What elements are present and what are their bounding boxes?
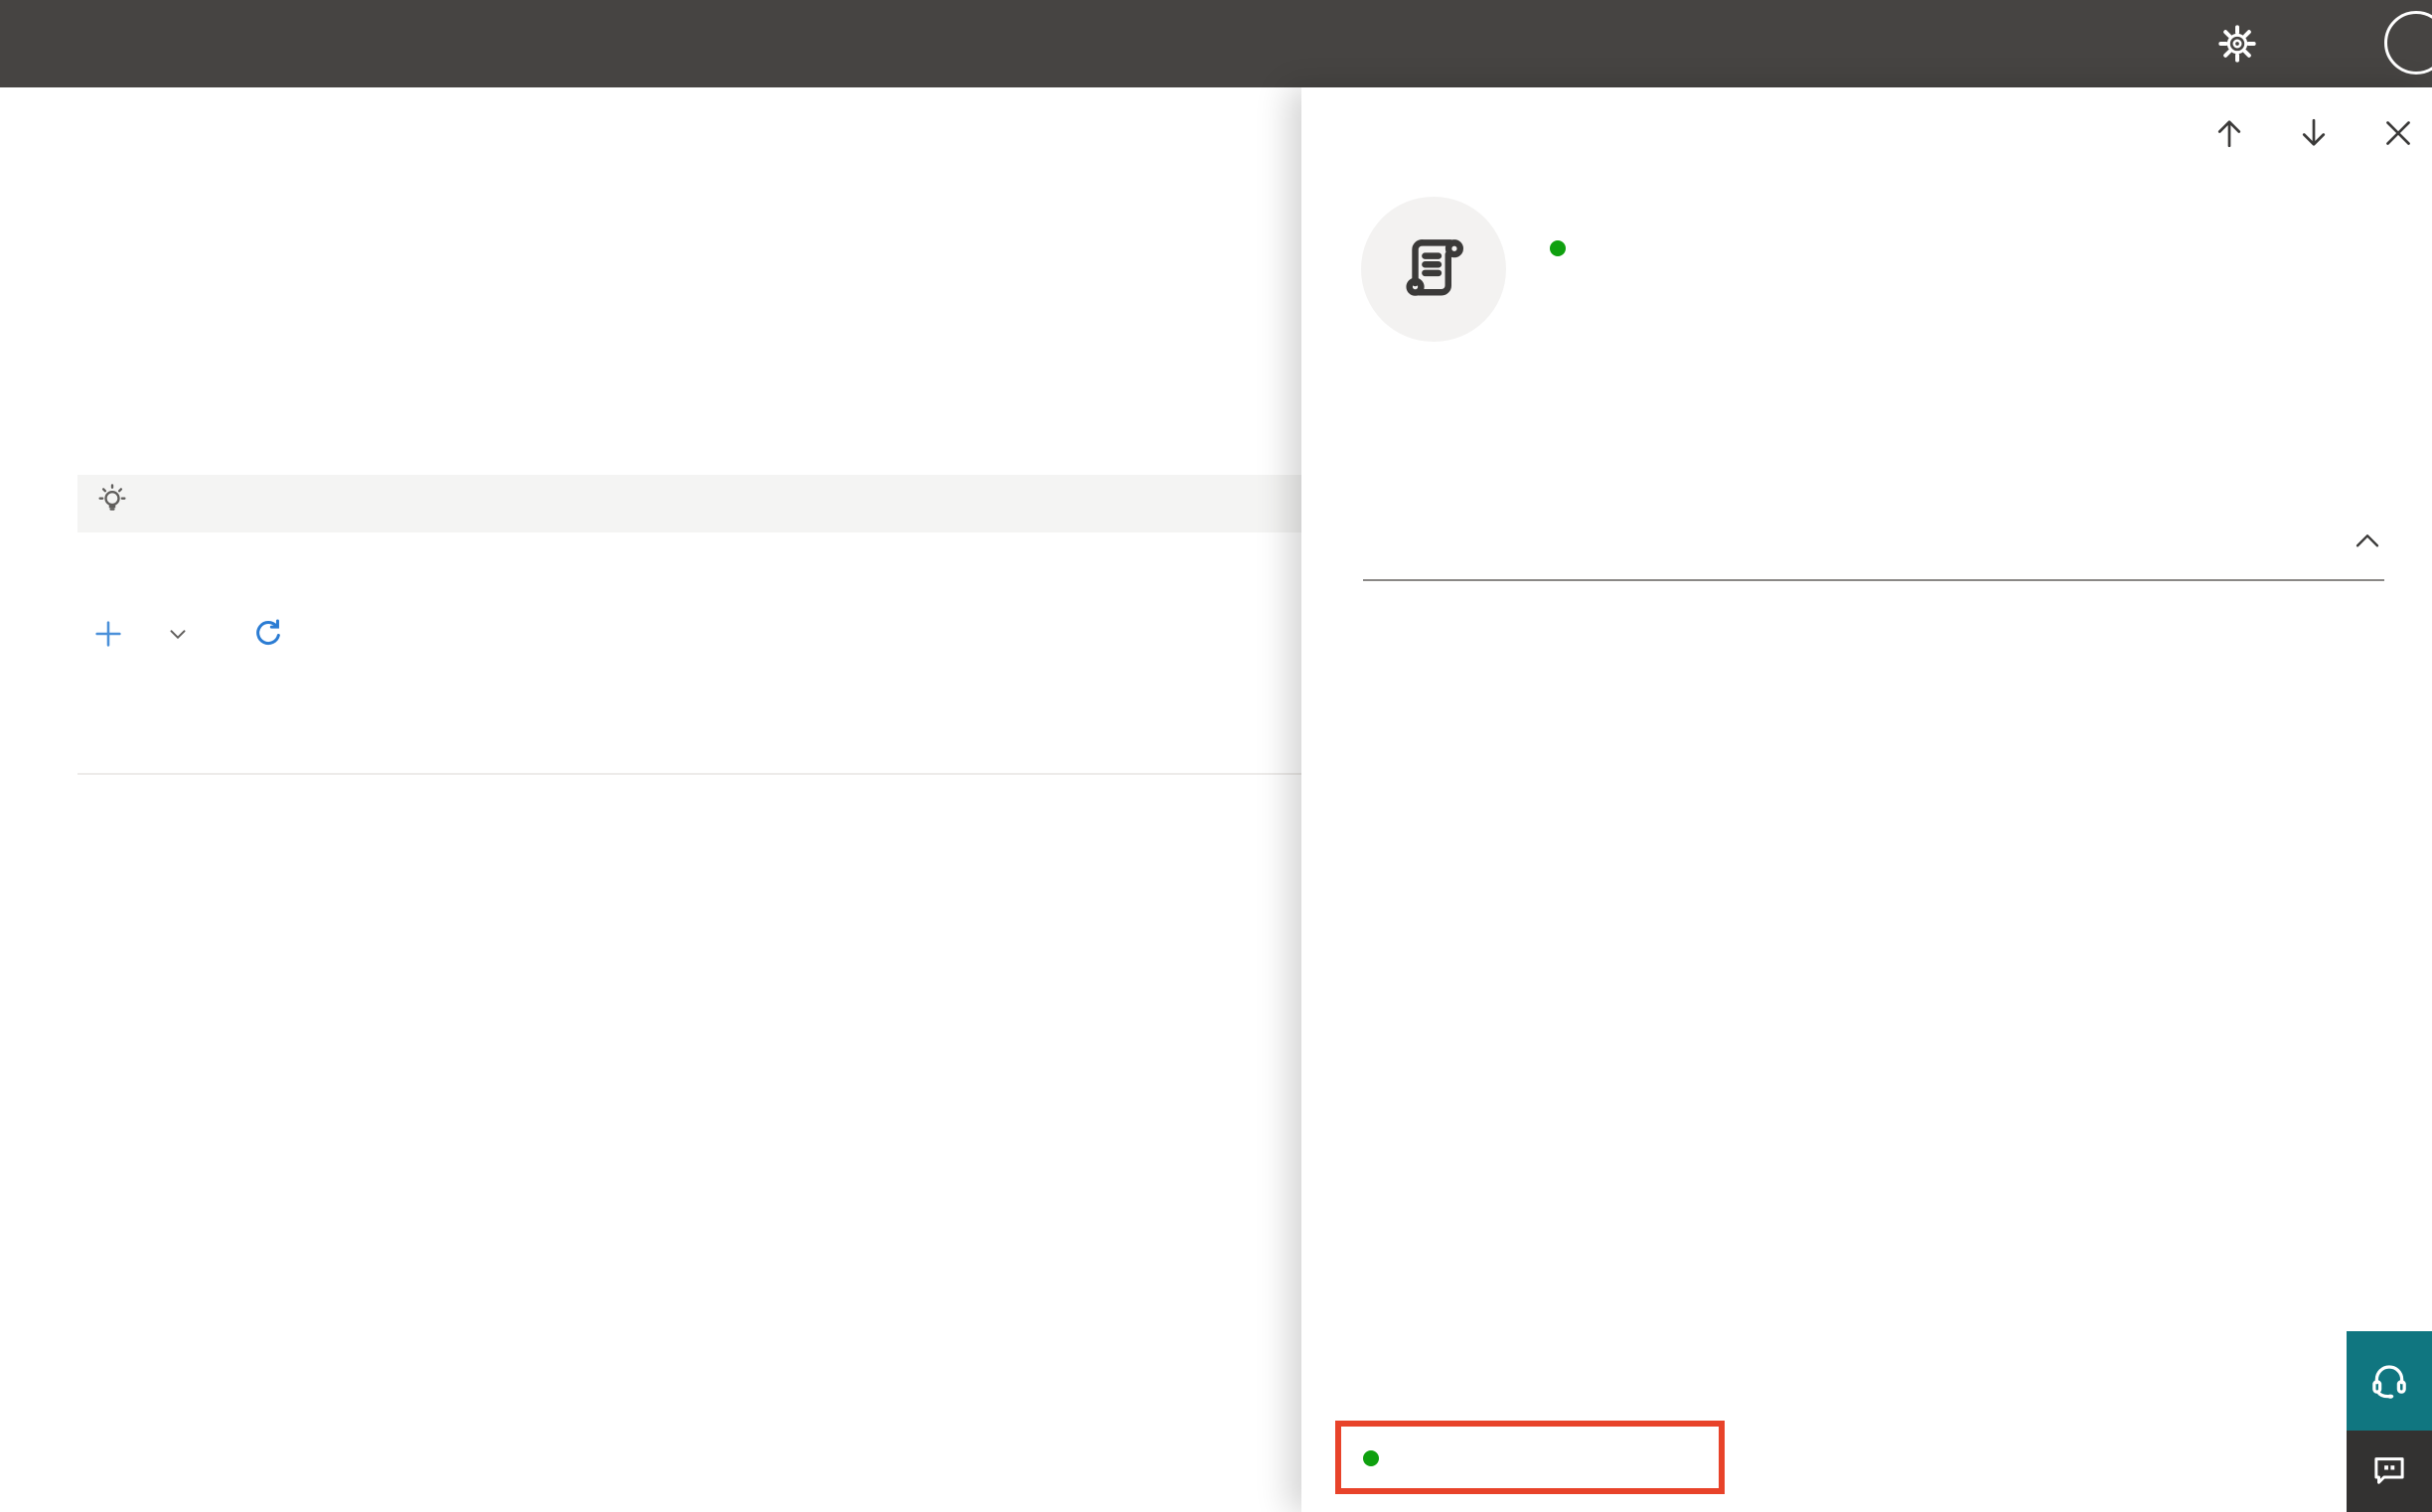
scroll-icon: [1394, 227, 1473, 312]
toolbar: [91, 616, 306, 660]
top-app-bar: [0, 0, 2432, 87]
chevron-down-icon: [165, 621, 191, 655]
arrow-down-icon: [2296, 118, 2332, 154]
feedback-button[interactable]: [2347, 1431, 2432, 1512]
lightbulb-icon: [93, 482, 131, 527]
chevron-up-icon: [2351, 534, 2384, 561]
close-flyout-button[interactable]: [2380, 115, 2416, 151]
gear-icon: [2217, 25, 2257, 67]
refresh-icon: [250, 616, 286, 660]
table-header: [77, 695, 1343, 775]
flyout-nav: [2211, 115, 2416, 151]
refresh-button[interactable]: [250, 616, 306, 660]
annotation-highlight: [1335, 1421, 1725, 1494]
support-button[interactable]: [2347, 1331, 2432, 1431]
help-button[interactable]: [2311, 16, 2355, 70]
account-avatar[interactable]: [2384, 11, 2432, 75]
collapse-section-button[interactable]: [2351, 525, 2384, 558]
details-flyout: [1301, 87, 2432, 1512]
recommendation-banner: [77, 475, 1343, 532]
flyout-title-block: [1550, 197, 1580, 342]
feedback-bubble-icon: [2368, 1449, 2410, 1494]
policies-table: [77, 695, 1343, 775]
flyout-header: [1361, 197, 1580, 342]
headset-icon: [2366, 1357, 2412, 1406]
status-dot-icon: [1550, 240, 1566, 256]
settings-button[interactable]: [2217, 24, 2257, 64]
flyout-status: [1550, 240, 1580, 256]
divider: [1363, 579, 2384, 581]
policy-icon-circle: [1361, 197, 1506, 342]
close-icon: [2380, 121, 2416, 154]
next-item-button[interactable]: [2296, 115, 2332, 151]
app-root: [0, 0, 2432, 1512]
create-policy-button[interactable]: [91, 617, 191, 659]
previous-item-button[interactable]: [2211, 115, 2247, 151]
plus-icon: [91, 617, 125, 659]
arrow-up-icon: [2211, 120, 2247, 154]
